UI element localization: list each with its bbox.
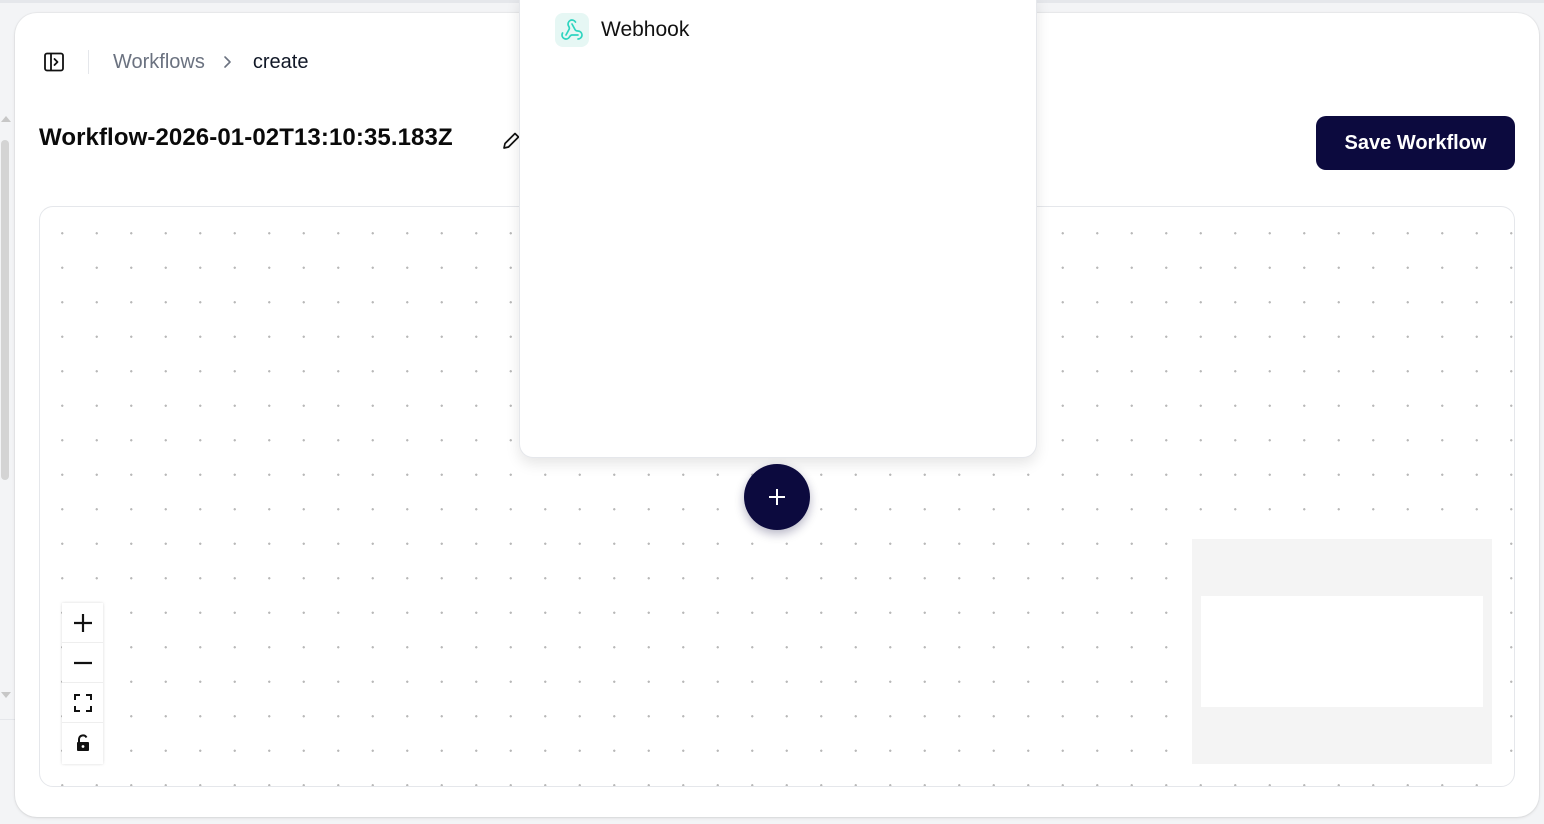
webhook-icon [555, 13, 589, 47]
minimap[interactable] [1192, 539, 1492, 764]
page-scrollbar[interactable] [0, 110, 11, 710]
header-separator [88, 50, 89, 74]
workflow-title: Workflow-2026-01-02T13:10:35.183Z [39, 124, 453, 151]
trigger-panel: Webhook [519, 0, 1037, 458]
fit-view-button[interactable] [62, 683, 103, 723]
lock-icon [76, 734, 89, 751]
add-node-button[interactable] [744, 464, 810, 530]
chevron-right-icon [222, 55, 234, 69]
zoom-out-icon [73, 661, 92, 664]
breadcrumb-workflows-link[interactable]: Workflows [113, 51, 205, 74]
sidebar-toggle-button[interactable] [42, 50, 66, 74]
minimap-viewport[interactable] [1201, 596, 1483, 707]
scroll-thumb[interactable] [1, 140, 9, 480]
scroll-up-arrow[interactable] [1, 116, 11, 122]
breadcrumb-current: create [252, 50, 309, 73]
trigger-item-label: Webhook [601, 18, 690, 41]
lock-button[interactable] [62, 723, 103, 763]
left-divider [0, 719, 16, 720]
canvas-controls [62, 603, 103, 764]
plus-icon [769, 489, 785, 505]
breadcrumb: Workflows create [113, 48, 308, 76]
scroll-down-arrow[interactable] [1, 692, 11, 698]
sidebar-toggle-icon [44, 52, 64, 72]
zoom-in-icon [73, 613, 92, 632]
zoom-out-button[interactable] [62, 643, 103, 683]
save-workflow-button[interactable]: Save Workflow [1316, 116, 1515, 170]
fit-view-icon [73, 693, 92, 712]
trigger-item-webhook[interactable]: Webhook [555, 13, 689, 47]
zoom-in-button[interactable] [62, 603, 103, 643]
